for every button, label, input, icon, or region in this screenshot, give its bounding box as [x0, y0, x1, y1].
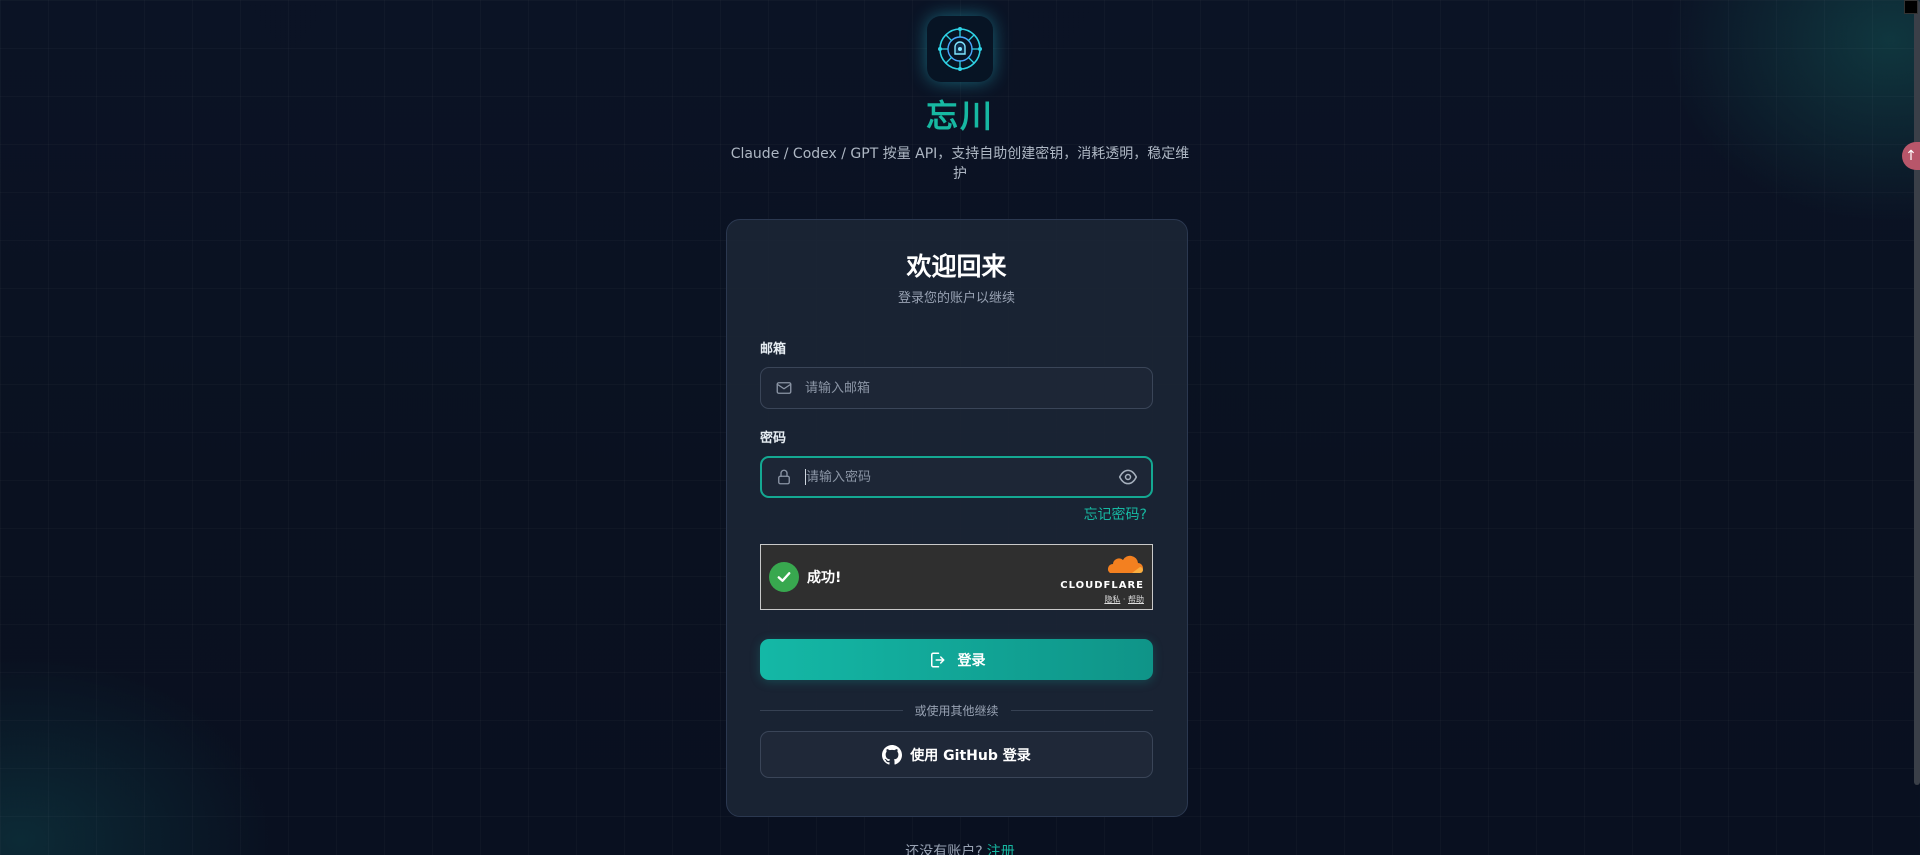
- corner-indicator: [1904, 0, 1918, 14]
- login-title: 欢迎回来: [906, 252, 1007, 281]
- captcha-status: 成功!: [807, 570, 842, 586]
- login-button[interactable]: 登录: [760, 639, 1153, 680]
- cloudflare-cloud-icon: [1108, 555, 1143, 573]
- mail-icon: [776, 382, 792, 394]
- cloudflare-links: 隐私 · 帮助: [1104, 595, 1144, 604]
- captcha-help-link[interactable]: 帮助: [1128, 595, 1144, 604]
- brand-name: 忘川: [925, 97, 994, 135]
- brand-logo-icon: [927, 16, 993, 82]
- email-input[interactable]: [805, 368, 1138, 408]
- divider-text: 或使用其他继续: [914, 704, 999, 718]
- forgot-password-link[interactable]: 忘记密码?: [1084, 507, 1147, 523]
- brand-tagline: Claude / Codex / GPT 按量 API，支持自助创建密钥，消耗透…: [730, 146, 1190, 182]
- captcha-privacy-link[interactable]: 隐私: [1104, 595, 1120, 604]
- cloudflare-captcha[interactable]: 成功! CLOUDFLARE 隐私 · 帮助: [760, 544, 1153, 610]
- password-field[interactable]: [760, 456, 1153, 498]
- register-footer: 还没有账户? 注册: [0, 843, 1920, 855]
- login-card: 欢迎回来 登录您的账户以继续 邮箱 密码 忘记密码? 成功! CLOU: [726, 219, 1188, 817]
- forgot-row: 忘记密码?: [760, 504, 1153, 524]
- login-subtitle: 登录您的账户以继续: [897, 291, 1015, 306]
- register-prompt: 还没有账户?: [905, 844, 983, 855]
- eye-icon[interactable]: [1118, 467, 1138, 487]
- github-icon: [882, 744, 903, 765]
- github-button-label: 使用 GitHub 登录: [910, 747, 1031, 764]
- divider-line: [1010, 710, 1154, 711]
- email-field[interactable]: [760, 367, 1153, 409]
- login-button-label: 登录: [957, 652, 986, 669]
- register-link[interactable]: 注册: [987, 844, 1015, 855]
- cloudflare-brand: CLOUDFLARE 隐私 · 帮助: [1060, 555, 1144, 605]
- divider-line: [760, 710, 903, 711]
- or-divider: 或使用其他继续: [760, 702, 1154, 719]
- password-label: 密码: [760, 431, 787, 446]
- password-input[interactable]: [806, 458, 1118, 496]
- login-icon: [930, 652, 944, 667]
- cloudflare-wordmark: CLOUDFLARE: [1060, 580, 1144, 591]
- check-icon: [769, 562, 799, 592]
- brand-header: 忘川 Claude / Codex / GPT 按量 API，支持自助创建密钥，…: [0, 16, 1920, 184]
- lock-icon: [778, 469, 790, 485]
- email-label: 邮箱: [760, 342, 787, 357]
- github-login-button[interactable]: 使用 GitHub 登录: [760, 731, 1153, 778]
